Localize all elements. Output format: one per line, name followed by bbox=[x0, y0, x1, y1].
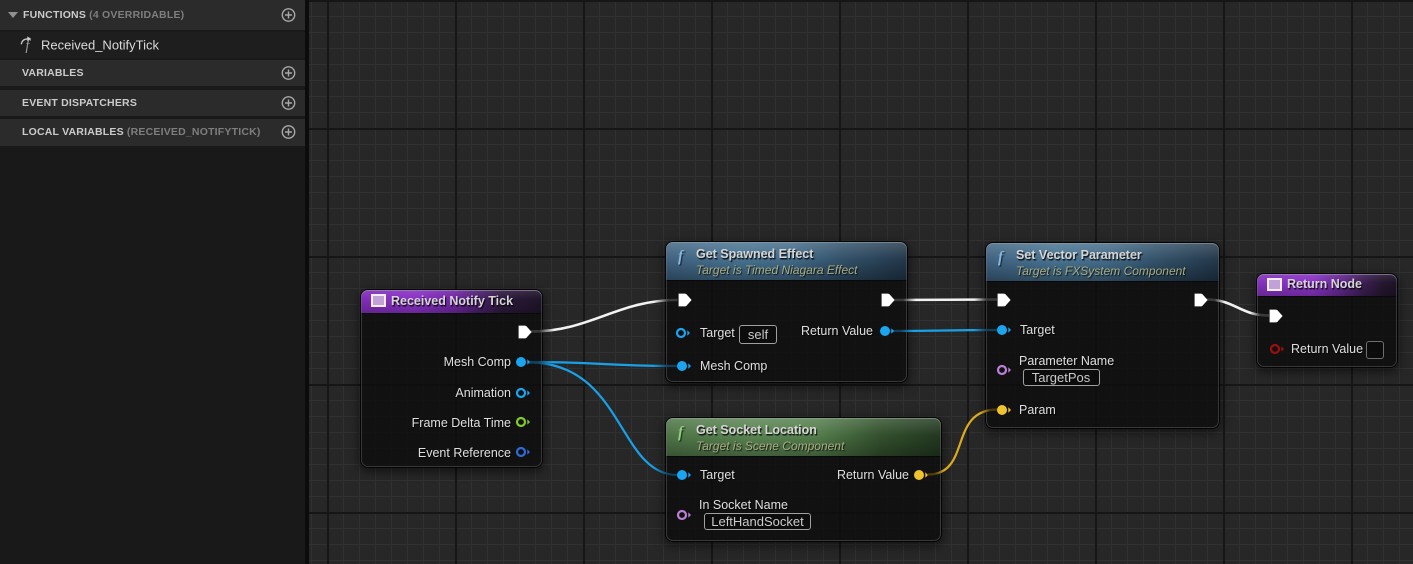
svg-text:f: f bbox=[25, 38, 31, 54]
